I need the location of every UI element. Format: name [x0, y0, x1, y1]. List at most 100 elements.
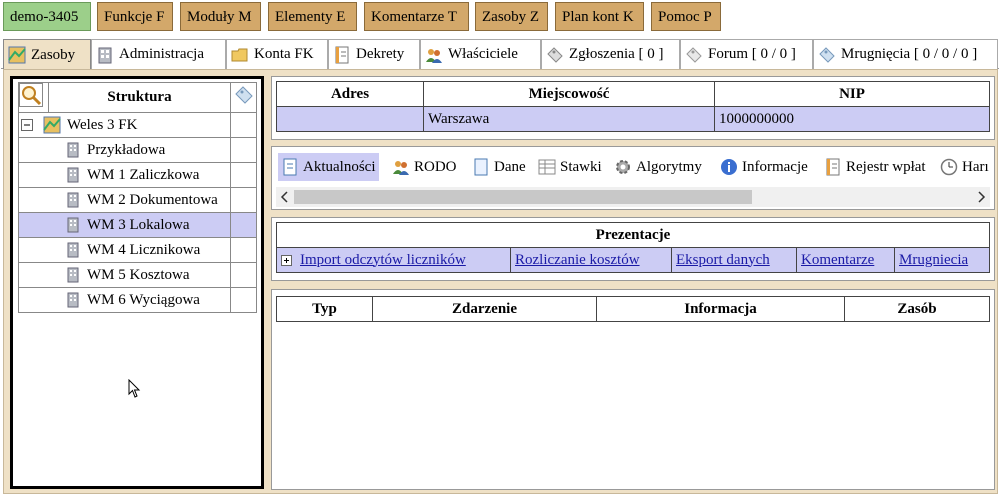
- link-eksport-danych[interactable]: Eksport danych: [676, 252, 770, 268]
- tab-administracja[interactable]: Administracja: [91, 39, 226, 69]
- tab-dekrety[interactable]: Dekrety: [328, 39, 420, 69]
- structure-panel: Struktura Weles 3 FK Przykładowa WM 1 Za…: [10, 76, 264, 489]
- building-icon: [67, 192, 79, 208]
- tab-label: Forum [ 0 / 0 ]: [708, 46, 796, 62]
- scrollbar-thumb[interactable]: [294, 190, 752, 204]
- subtab-label: Dane: [494, 158, 526, 175]
- search-cell[interactable]: [18, 82, 49, 113]
- subtab-rejestr-wplat[interactable]: Rejestr wpłat: [824, 153, 926, 181]
- tree-item-label: WM 4 Licznikowa: [87, 241, 201, 258]
- menu-funkcje[interactable]: Funkcje F: [97, 2, 173, 31]
- search-icon[interactable]: [19, 83, 43, 107]
- horizontal-scrollbar[interactable]: [276, 187, 990, 207]
- users-icon: [392, 158, 410, 176]
- tree-item-label: WM 3 Lokalowa: [87, 216, 190, 233]
- clock-icon: [940, 158, 958, 176]
- tab-mrugniecia[interactable]: Mrugnięcia [ 0 / 0 / 0 ]: [813, 39, 998, 69]
- tree-item-label: WM 2 Dokumentowa: [87, 191, 218, 208]
- link-rozliczanie-kosztow[interactable]: Rozliczanie kosztów: [515, 252, 640, 268]
- building-icon: [67, 292, 79, 308]
- tab-konta-fk[interactable]: Konta FK: [226, 39, 328, 69]
- link-komentarze[interactable]: Komentarze: [801, 252, 874, 268]
- subtab-label: Informacje: [742, 158, 808, 175]
- tree-item-label: Przykładowa: [87, 141, 166, 158]
- company-button[interactable]: demo-3405: [3, 2, 91, 31]
- tab-forum[interactable]: Forum [ 0 / 0 ]: [680, 39, 813, 69]
- tree-root-label: Weles 3 FK: [67, 116, 138, 133]
- tag-cell[interactable]: [230, 82, 257, 113]
- subtab-label: Algorytmy: [636, 158, 702, 175]
- col-adres: Adres: [276, 81, 424, 107]
- tab-label: Zgłoszenia [ 0 ]: [569, 46, 664, 62]
- subtab-harmonogram[interactable]: Harı: [940, 153, 989, 181]
- subtab-label: Harı: [962, 158, 989, 175]
- building-icon: [67, 267, 79, 283]
- cell-adres: [276, 106, 424, 132]
- users-icon: [425, 46, 443, 64]
- scroll-left-icon[interactable]: [278, 187, 292, 207]
- tab-label: Konta FK: [254, 46, 314, 62]
- info-table: Adres Miejscowość NIP Warszawa 100000000…: [276, 81, 990, 132]
- menu-plan-kont[interactable]: Plan kont K: [555, 2, 644, 31]
- map-icon: [43, 116, 61, 134]
- subtab-label: Stawki: [560, 158, 602, 175]
- folder-icon: [231, 46, 249, 64]
- subtab-informacje[interactable]: Informacje: [720, 153, 808, 181]
- mouse-cursor-icon: [128, 379, 141, 398]
- tree-item[interactable]: WM 1 Zaliczkowa: [18, 162, 231, 188]
- expand-icon[interactable]: [281, 254, 292, 266]
- import-link-cell[interactable]: Import odczytów liczników: [276, 247, 511, 273]
- menu-zasoby[interactable]: Zasoby Z: [475, 2, 548, 31]
- main-tabbar: Zasoby Administracja Konta FK Dekrety Wł…: [1, 39, 999, 70]
- tree-item[interactable]: WM 4 Licznikowa: [18, 237, 231, 263]
- collapse-icon[interactable]: [21, 119, 33, 131]
- tree-item-label: WM 6 Wyciągowa: [87, 291, 200, 308]
- subtab-label: RODO: [414, 158, 457, 175]
- presentations-title: Prezentacje: [276, 222, 990, 248]
- events-table: Typ Zdarzenie Informacja Zasób: [276, 296, 990, 322]
- tag-icon[interactable]: [234, 85, 254, 105]
- tab-label: Dekrety: [356, 46, 405, 62]
- subtab-label: Rejestr wpłat: [846, 158, 926, 175]
- link-mrugniecia[interactable]: Mrugniecia: [899, 252, 968, 268]
- tree-item[interactable]: WM 2 Dokumentowa: [18, 187, 231, 213]
- tab-label: Właściciele: [448, 46, 518, 62]
- menu-moduly[interactable]: Moduły M: [180, 2, 261, 31]
- subtab-stawki[interactable]: Stawki: [538, 153, 602, 181]
- presentations-panel: Prezentacje Import odczytów liczników Ro…: [271, 217, 995, 281]
- menu-elementy[interactable]: Elementy E: [268, 2, 357, 31]
- tree-item[interactable]: Przykładowa: [18, 137, 231, 163]
- building-icon: [67, 242, 79, 258]
- document-icon: [333, 46, 351, 64]
- info-icon: [720, 158, 738, 176]
- scroll-right-icon[interactable]: [974, 187, 988, 207]
- subtab-aktualnosci[interactable]: Aktualności: [278, 153, 379, 181]
- info-panel: Adres Miejscowość NIP Warszawa 100000000…: [271, 76, 995, 140]
- col-miejscowosc: Miejscowość: [423, 81, 715, 107]
- structure-header: Struktura: [48, 82, 231, 113]
- subtab-rodo[interactable]: RODO: [392, 153, 457, 181]
- col-typ: Typ: [276, 296, 373, 322]
- map-icon: [8, 46, 26, 64]
- tree-item[interactable]: WM 6 Wyciągowa: [18, 287, 231, 313]
- tab-zgloszenia[interactable]: Zgłoszenia [ 0 ]: [541, 39, 680, 69]
- subtab-algorytmy[interactable]: Algorytmy: [614, 153, 702, 181]
- tree-item-selected[interactable]: WM 3 Lokalowa: [18, 212, 231, 238]
- building-icon: [96, 46, 114, 64]
- tab-label: Mrugnięcia [ 0 / 0 / 0 ]: [841, 46, 978, 62]
- menu-pomoc[interactable]: Pomoc P: [651, 2, 721, 31]
- building-icon: [67, 142, 79, 158]
- events-panel: Typ Zdarzenie Informacja Zasób: [271, 289, 995, 490]
- gear-icon: [614, 158, 632, 176]
- building-icon: [67, 217, 79, 233]
- menu-komentarze[interactable]: Komentarze T: [364, 2, 469, 31]
- tab-wlasciciele[interactable]: Właściciele: [420, 39, 541, 69]
- ticket-icon: [546, 46, 564, 64]
- tab-label: Administracja: [119, 46, 204, 62]
- tab-zasoby[interactable]: Zasoby: [3, 39, 91, 70]
- subtab-dane[interactable]: Dane: [472, 153, 526, 181]
- tree-item[interactable]: WM 5 Kosztowa: [18, 262, 231, 288]
- link-import-odczytow[interactable]: Import odczytów liczników: [300, 252, 466, 268]
- register-icon: [824, 158, 842, 176]
- tree-root[interactable]: Weles 3 FK: [18, 112, 231, 138]
